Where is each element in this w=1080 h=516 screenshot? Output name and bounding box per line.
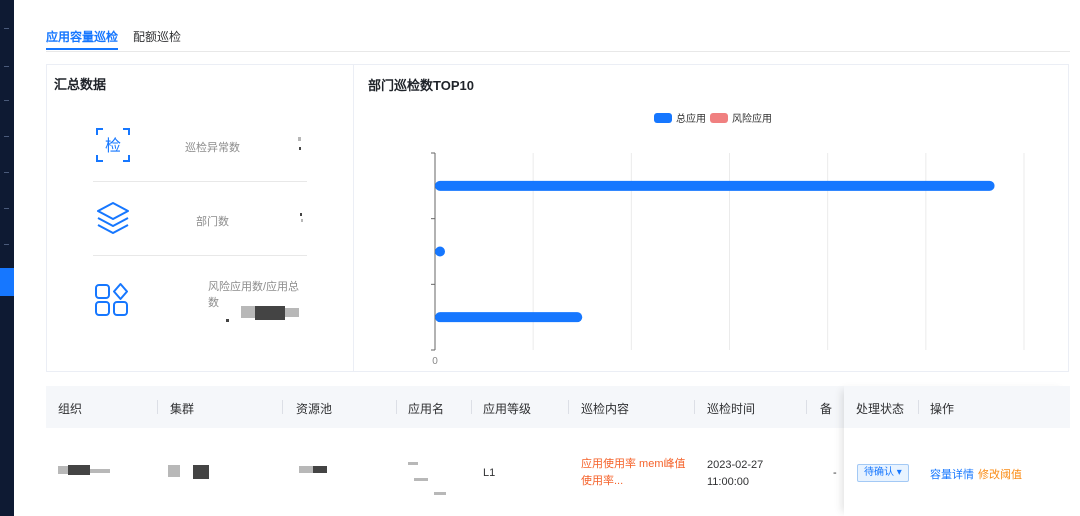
inspect-time-line2: 11:00:00 bbox=[707, 476, 750, 488]
remark-cell: - bbox=[833, 467, 837, 479]
modify-threshold-link[interactable]: 修改阈值 bbox=[978, 466, 1022, 482]
svg-text:检: 检 bbox=[105, 136, 121, 155]
sidebar bbox=[0, 0, 14, 516]
redacted-cell bbox=[414, 478, 428, 481]
col-separator bbox=[694, 400, 695, 414]
inspect-content-line2[interactable]: 使用率... bbox=[581, 472, 623, 488]
inspect-time-line1: 2023-02-27 bbox=[707, 459, 764, 471]
col-status: 处理状态 bbox=[856, 402, 905, 416]
tab-bar: 应用容量巡检 配额巡检 bbox=[46, 0, 1070, 52]
redacted-cell bbox=[68, 465, 90, 475]
chart-panel: 部门巡检数TOP10 0 总应用 风险应用 bbox=[353, 64, 1069, 372]
sidebar-mark bbox=[4, 136, 9, 137]
legend-label: 总应用 bbox=[676, 112, 706, 125]
bar-1 bbox=[435, 246, 445, 257]
inspect-icon: 检 bbox=[96, 128, 130, 162]
stat-abnormal: 检 巡检异常数 bbox=[93, 125, 307, 200]
sidebar-mark bbox=[4, 244, 9, 245]
col-app: 应用名 bbox=[408, 402, 445, 416]
redacted-cell bbox=[313, 466, 327, 473]
redacted-cell bbox=[434, 492, 446, 495]
bar-chart: 0 总应用 风险应用 bbox=[431, 112, 1025, 367]
col-separator bbox=[806, 400, 807, 414]
inspect-content-line1[interactable]: 应用使用率 mem峰值 bbox=[581, 455, 686, 471]
summary-panel: 汇总数据 检 巡检异常数 部门数 风险应用数/应用总数 bbox=[46, 64, 353, 372]
inspection-table: 组织 集群 资源池 应用名 应用等级 巡检内容 巡检时间 备 L1 应用使用率 … bbox=[46, 386, 1070, 516]
layers-icon bbox=[97, 202, 129, 234]
apps-icon bbox=[95, 283, 128, 316]
sidebar-mark bbox=[4, 172, 9, 173]
stat-label: 巡检异常数 bbox=[185, 142, 240, 154]
redacted-value bbox=[301, 219, 303, 222]
bar-2 bbox=[435, 312, 583, 323]
sidebar-mark bbox=[4, 66, 9, 67]
legend-swatch bbox=[654, 113, 672, 123]
col-separator bbox=[282, 400, 283, 414]
stat-risk-apps: 风险应用数/应用总数 bbox=[93, 281, 307, 356]
sidebar-mark bbox=[4, 100, 9, 101]
col-separator bbox=[396, 400, 397, 414]
stat-departments: 部门数 bbox=[93, 199, 307, 274]
redacted-cell bbox=[90, 469, 110, 473]
col-separator bbox=[471, 400, 472, 414]
redacted-value bbox=[255, 306, 285, 320]
fixed-columns: 处理状态 操作 待确认 ▾ 容量详情 修改阈值 bbox=[844, 386, 1070, 516]
col-separator bbox=[568, 400, 569, 414]
legend-swatch bbox=[710, 113, 728, 123]
col-content: 巡检内容 bbox=[581, 402, 630, 416]
sidebar-mark bbox=[4, 28, 9, 29]
bar-0 bbox=[435, 180, 995, 191]
col-separator bbox=[918, 400, 919, 414]
redacted-cell bbox=[193, 465, 209, 479]
redacted-cell bbox=[168, 465, 180, 477]
redacted-value bbox=[241, 306, 255, 318]
col-time: 巡检时间 bbox=[707, 402, 756, 416]
redacted-value bbox=[285, 308, 299, 317]
divider bbox=[93, 181, 307, 182]
redacted-value bbox=[299, 147, 301, 150]
app-level: L1 bbox=[483, 467, 496, 479]
legend-label: 风险应用 bbox=[732, 112, 772, 125]
x-tick-label: 0 bbox=[432, 356, 438, 367]
redacted-cell bbox=[408, 462, 418, 465]
col-remark: 备 bbox=[820, 402, 833, 416]
status-dropdown[interactable]: 待确认 ▾ bbox=[857, 464, 909, 482]
redacted-value bbox=[300, 213, 302, 216]
redacted-cell bbox=[58, 466, 68, 474]
sidebar-active-item[interactable] bbox=[0, 268, 14, 296]
col-org: 组织 bbox=[58, 402, 83, 416]
stat-label: 部门数 bbox=[196, 216, 229, 228]
redacted-value bbox=[298, 137, 301, 141]
summary-title: 汇总数据 bbox=[54, 77, 107, 92]
divider bbox=[93, 255, 307, 256]
col-pool: 资源池 bbox=[296, 402, 333, 416]
redacted-value bbox=[226, 319, 229, 322]
capacity-detail-link[interactable]: 容量详情 bbox=[930, 466, 974, 482]
col-cluster: 集群 bbox=[170, 402, 195, 416]
col-level: 应用等级 bbox=[483, 402, 532, 416]
redacted-cell bbox=[299, 466, 313, 473]
sidebar-mark bbox=[4, 208, 9, 209]
col-action: 操作 bbox=[930, 402, 955, 416]
col-separator bbox=[157, 400, 158, 414]
tab-app-capacity[interactable]: 应用容量巡检 bbox=[46, 28, 119, 50]
tab-quota[interactable]: 配额巡检 bbox=[133, 28, 181, 45]
